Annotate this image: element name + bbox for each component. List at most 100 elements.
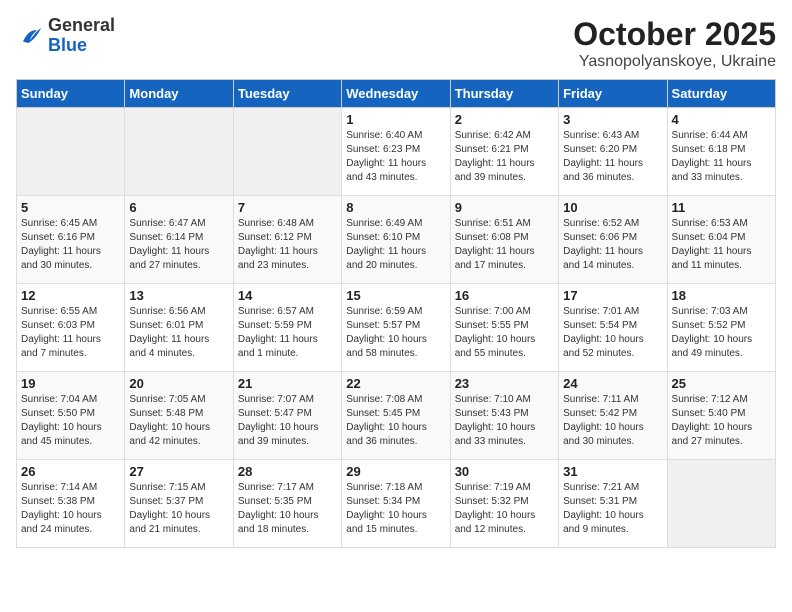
calendar-cell: 27 Sunrise: 7:15 AM Sunset: 5:37 PM Dayli… bbox=[125, 460, 233, 548]
calendar-cell: 30 Sunrise: 7:19 AM Sunset: 5:32 PM Dayli… bbox=[450, 460, 558, 548]
calendar-cell: 4Sunrise: 6:44 AM Sunset: 6:18 PM Daylig… bbox=[667, 108, 775, 196]
calendar-week-row: 12 Sunrise: 6:55 AM Sunset: 6:03 PM Dayli… bbox=[17, 284, 776, 372]
day-info: Sunrise: 6:44 AM Sunset: 6:18 PM Dayligh… bbox=[672, 129, 771, 185]
day-info: Sunrise: 6:55 AM Sunset: 6:03 PM Dayligh… bbox=[21, 305, 120, 361]
day-info: Sunrise: 7:05 AM Sunset: 5:48 PM Dayligh… bbox=[129, 393, 228, 449]
calendar-cell: 11 Sunrise: 6:53 AM Sunset: 6:04 PM Dayli… bbox=[667, 196, 775, 284]
calendar-cell: 2 Sunrise: 6:42 AM Sunset: 6:21 PM Daylig… bbox=[450, 108, 558, 196]
calendar-cell bbox=[233, 108, 341, 196]
weekday-header: Saturday bbox=[667, 80, 775, 108]
day-info: Sunrise: 7:07 AM Sunset: 5:47 PM Dayligh… bbox=[238, 393, 337, 449]
day-number: 10 bbox=[563, 200, 662, 215]
calendar-cell: 22Sunrise: 7:08 AM Sunset: 5:45 PM Dayli… bbox=[342, 372, 450, 460]
calendar-cell: 8 Sunrise: 6:49 AM Sunset: 6:10 PM Daylig… bbox=[342, 196, 450, 284]
day-number: 3 bbox=[563, 112, 662, 127]
day-number: 18 bbox=[672, 288, 771, 303]
day-info: Sunrise: 6:53 AM Sunset: 6:04 PM Dayligh… bbox=[672, 217, 771, 273]
calendar-cell: 29Sunrise: 7:18 AM Sunset: 5:34 PM Dayli… bbox=[342, 460, 450, 548]
day-info: Sunrise: 7:10 AM Sunset: 5:43 PM Dayligh… bbox=[455, 393, 554, 449]
logo-icon bbox=[16, 22, 44, 50]
day-number: 21 bbox=[238, 376, 337, 391]
calendar-cell bbox=[125, 108, 233, 196]
day-info: Sunrise: 6:45 AM Sunset: 6:16 PM Dayligh… bbox=[21, 217, 120, 273]
day-info: Sunrise: 6:49 AM Sunset: 6:10 PM Dayligh… bbox=[346, 217, 445, 273]
day-info: Sunrise: 7:11 AM Sunset: 5:42 PM Dayligh… bbox=[563, 393, 662, 449]
day-number: 12 bbox=[21, 288, 120, 303]
weekday-header: Monday bbox=[125, 80, 233, 108]
day-number: 25 bbox=[672, 376, 771, 391]
logo-general: General bbox=[48, 15, 115, 35]
day-number: 11 bbox=[672, 200, 771, 215]
weekday-header: Tuesday bbox=[233, 80, 341, 108]
day-info: Sunrise: 7:08 AM Sunset: 5:45 PM Dayligh… bbox=[346, 393, 445, 449]
calendar-week-row: 26Sunrise: 7:14 AM Sunset: 5:38 PM Dayli… bbox=[17, 460, 776, 548]
calendar-cell: 21 Sunrise: 7:07 AM Sunset: 5:47 PM Dayli… bbox=[233, 372, 341, 460]
calendar-subtitle: Yasnopolyanskoye, Ukraine bbox=[573, 53, 776, 71]
day-number: 27 bbox=[129, 464, 228, 479]
weekday-header: Friday bbox=[559, 80, 667, 108]
day-info: Sunrise: 7:19 AM Sunset: 5:32 PM Dayligh… bbox=[455, 481, 554, 537]
day-number: 15 bbox=[346, 288, 445, 303]
day-number: 14 bbox=[238, 288, 337, 303]
calendar-week-row: 5Sunrise: 6:45 AM Sunset: 6:16 PM Daylig… bbox=[17, 196, 776, 284]
calendar-cell: 15 Sunrise: 6:59 AM Sunset: 5:57 PM Dayli… bbox=[342, 284, 450, 372]
calendar-cell bbox=[667, 460, 775, 548]
day-info: Sunrise: 6:40 AM Sunset: 6:23 PM Dayligh… bbox=[346, 129, 445, 185]
day-info: Sunrise: 6:56 AM Sunset: 6:01 PM Dayligh… bbox=[129, 305, 228, 361]
day-number: 24 bbox=[563, 376, 662, 391]
day-number: 13 bbox=[129, 288, 228, 303]
day-info: Sunrise: 7:00 AM Sunset: 5:55 PM Dayligh… bbox=[455, 305, 554, 361]
day-info: Sunrise: 6:48 AM Sunset: 6:12 PM Dayligh… bbox=[238, 217, 337, 273]
calendar-cell: 7Sunrise: 6:48 AM Sunset: 6:12 PM Daylig… bbox=[233, 196, 341, 284]
calendar-cell: 6Sunrise: 6:47 AM Sunset: 6:14 PM Daylig… bbox=[125, 196, 233, 284]
day-number: 31 bbox=[563, 464, 662, 479]
logo-blue: Blue bbox=[48, 35, 87, 55]
day-number: 29 bbox=[346, 464, 445, 479]
calendar-cell: 19 Sunrise: 7:04 AM Sunset: 5:50 PM Dayli… bbox=[17, 372, 125, 460]
day-number: 19 bbox=[21, 376, 120, 391]
calendar-cell: 18 Sunrise: 7:03 AM Sunset: 5:52 PM Dayli… bbox=[667, 284, 775, 372]
day-number: 16 bbox=[455, 288, 554, 303]
day-number: 6 bbox=[129, 200, 228, 215]
day-info: Sunrise: 6:42 AM Sunset: 6:21 PM Dayligh… bbox=[455, 129, 554, 185]
day-info: Sunrise: 7:17 AM Sunset: 5:35 PM Dayligh… bbox=[238, 481, 337, 537]
calendar-cell: 26Sunrise: 7:14 AM Sunset: 5:38 PM Dayli… bbox=[17, 460, 125, 548]
day-info: Sunrise: 7:01 AM Sunset: 5:54 PM Dayligh… bbox=[563, 305, 662, 361]
calendar-cell: 20 Sunrise: 7:05 AM Sunset: 5:48 PM Dayli… bbox=[125, 372, 233, 460]
day-number: 26 bbox=[21, 464, 120, 479]
day-info: Sunrise: 6:52 AM Sunset: 6:06 PM Dayligh… bbox=[563, 217, 662, 273]
calendar-table: SundayMondayTuesdayWednesdayThursdayFrid… bbox=[16, 79, 776, 548]
day-number: 28 bbox=[238, 464, 337, 479]
day-info: Sunrise: 6:43 AM Sunset: 6:20 PM Dayligh… bbox=[563, 129, 662, 185]
calendar-week-row: 19 Sunrise: 7:04 AM Sunset: 5:50 PM Dayli… bbox=[17, 372, 776, 460]
calendar-cell: 1 Sunrise: 6:40 AM Sunset: 6:23 PM Daylig… bbox=[342, 108, 450, 196]
day-number: 8 bbox=[346, 200, 445, 215]
calendar-cell: 12 Sunrise: 6:55 AM Sunset: 6:03 PM Dayli… bbox=[17, 284, 125, 372]
day-number: 1 bbox=[346, 112, 445, 127]
calendar-cell: 31 Sunrise: 7:21 AM Sunset: 5:31 PM Dayli… bbox=[559, 460, 667, 548]
weekday-header: Wednesday bbox=[342, 80, 450, 108]
day-info: Sunrise: 7:15 AM Sunset: 5:37 PM Dayligh… bbox=[129, 481, 228, 537]
day-number: 30 bbox=[455, 464, 554, 479]
calendar-cell: 17Sunrise: 7:01 AM Sunset: 5:54 PM Dayli… bbox=[559, 284, 667, 372]
title-block: October 2025 Yasnopolyanskoye, Ukraine bbox=[573, 16, 776, 71]
calendar-cell: 25 Sunrise: 7:12 AM Sunset: 5:40 PM Dayli… bbox=[667, 372, 775, 460]
calendar-cell: 14 Sunrise: 6:57 AM Sunset: 5:59 PM Dayli… bbox=[233, 284, 341, 372]
day-info: Sunrise: 6:59 AM Sunset: 5:57 PM Dayligh… bbox=[346, 305, 445, 361]
day-number: 9 bbox=[455, 200, 554, 215]
calendar-cell: 13 Sunrise: 6:56 AM Sunset: 6:01 PM Dayli… bbox=[125, 284, 233, 372]
logo: General Blue bbox=[16, 16, 115, 56]
day-info: Sunrise: 7:04 AM Sunset: 5:50 PM Dayligh… bbox=[21, 393, 120, 449]
calendar-cell: 16 Sunrise: 7:00 AM Sunset: 5:55 PM Dayli… bbox=[450, 284, 558, 372]
day-number: 20 bbox=[129, 376, 228, 391]
day-info: Sunrise: 7:21 AM Sunset: 5:31 PM Dayligh… bbox=[563, 481, 662, 537]
calendar-cell: 23Sunrise: 7:10 AM Sunset: 5:43 PM Dayli… bbox=[450, 372, 558, 460]
weekday-header: Thursday bbox=[450, 80, 558, 108]
day-info: Sunrise: 7:12 AM Sunset: 5:40 PM Dayligh… bbox=[672, 393, 771, 449]
day-info: Sunrise: 6:57 AM Sunset: 5:59 PM Dayligh… bbox=[238, 305, 337, 361]
calendar-cell: 28 Sunrise: 7:17 AM Sunset: 5:35 PM Dayli… bbox=[233, 460, 341, 548]
calendar-week-row: 1 Sunrise: 6:40 AM Sunset: 6:23 PM Daylig… bbox=[17, 108, 776, 196]
day-info: Sunrise: 6:51 AM Sunset: 6:08 PM Dayligh… bbox=[455, 217, 554, 273]
day-info: Sunrise: 7:03 AM Sunset: 5:52 PM Dayligh… bbox=[672, 305, 771, 361]
day-number: 2 bbox=[455, 112, 554, 127]
